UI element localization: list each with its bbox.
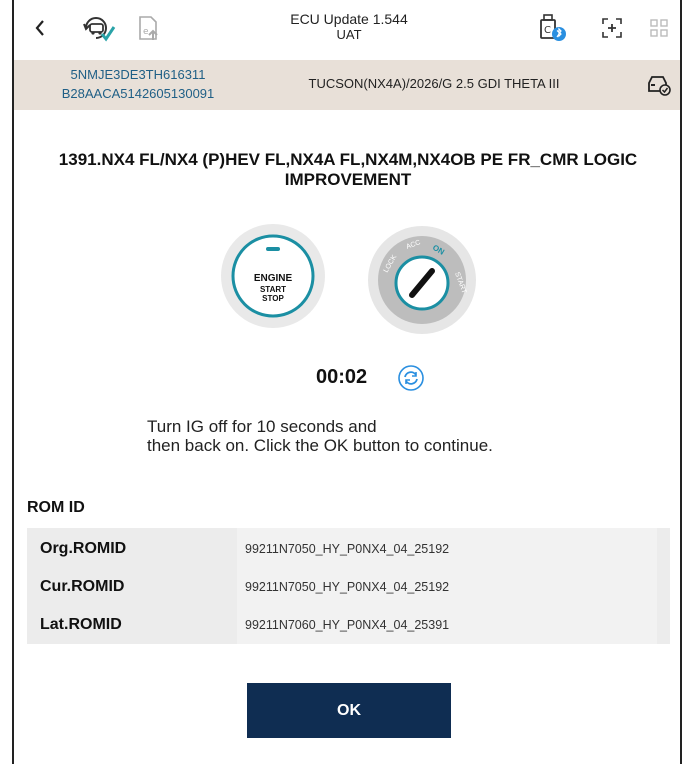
screenshot-icon[interactable] — [596, 8, 628, 48]
rom-row-org: Org.ROMID 99211N7050_HY_P0NX4_04_25192 — [27, 530, 670, 568]
environment-label: UAT — [336, 27, 362, 42]
vin-text: 5NMJE3DE3TH616311 — [70, 67, 206, 82]
vehicle-id-text: B28AACA5142605130091 — [61, 86, 215, 101]
rom-row-value: 99211N7060_HY_P0NX4_04_25391 — [245, 618, 450, 632]
stop-label: STOP — [262, 294, 284, 303]
instruction-line-1: Turn IG off for 10 seconds and — [147, 417, 377, 436]
start-label: START — [260, 285, 286, 294]
instruction-text: Turn IG off for 10 seconds and then back… — [147, 417, 587, 455]
countdown-timer: 00:02 — [316, 366, 368, 388]
update-heading: 1391.NX4 FL/NX4 (P)HEV FL,NX4A FL,NX4M,N… — [58, 150, 638, 189]
ignition-key-icon: LOCK ACC ON START — [367, 225, 477, 335]
rom-row-lat: Lat.ROMID 99211N7060_HY_P0NX4_04_25391 — [27, 606, 670, 644]
instruction-line-2: then back on. Click the OK button to con… — [147, 436, 493, 455]
vehicle-vin-block: 5NMJE3DE3TH616311 B28AACA5142605130091 — [14, 65, 262, 103]
grid-menu-icon[interactable] — [644, 8, 674, 48]
engine-start-stop-icon: ENGINE START STOP — [220, 223, 326, 329]
rom-row-label: Lat.ROMID — [40, 616, 122, 633]
vehicle-info-bar: 5NMJE3DE3TH616311 B28AACA5142605130091 T… — [14, 60, 680, 110]
refresh-icon[interactable] — [397, 364, 425, 392]
rom-row-label: Org.ROMID — [40, 540, 127, 557]
rom-id-table: Org.ROMID 99211N7050_HY_P0NX4_04_25192 C… — [27, 528, 670, 644]
back-icon[interactable] — [26, 8, 54, 48]
svg-text:e: e — [143, 27, 149, 37]
engine-label: ENGINE — [254, 273, 293, 284]
rom-row-value: 99211N7050_HY_P0NX4_04_25192 — [245, 542, 450, 556]
ok-button[interactable]: OK — [247, 683, 451, 738]
rom-row-cur: Cur.ROMID 99211N7050_HY_P0NX4_04_25192 — [27, 568, 670, 606]
vehicle-model: TUCSON(NX4A)/2026/G 2.5 GDI THETA III — [308, 76, 560, 91]
rom-row-label: Cur.ROMID — [40, 578, 125, 595]
app-title: ECU Update 1.544 — [290, 11, 408, 27]
bluetooth-vci-icon[interactable]: C — [532, 8, 572, 48]
rom-row-value: 99211N7050_HY_P0NX4_04_25192 — [245, 580, 450, 594]
window-title: ECU Update 1.544 UAT — [264, 11, 434, 43]
top-toolbar: e ECU Update 1.544 UAT C — [14, 0, 680, 56]
rom-id-title: ROM ID — [27, 499, 85, 516]
car-update-icon[interactable] — [78, 8, 118, 48]
document-upload-icon[interactable]: e — [130, 8, 166, 48]
svg-text:C: C — [544, 25, 551, 36]
vehicle-check-icon[interactable] — [646, 73, 672, 102]
